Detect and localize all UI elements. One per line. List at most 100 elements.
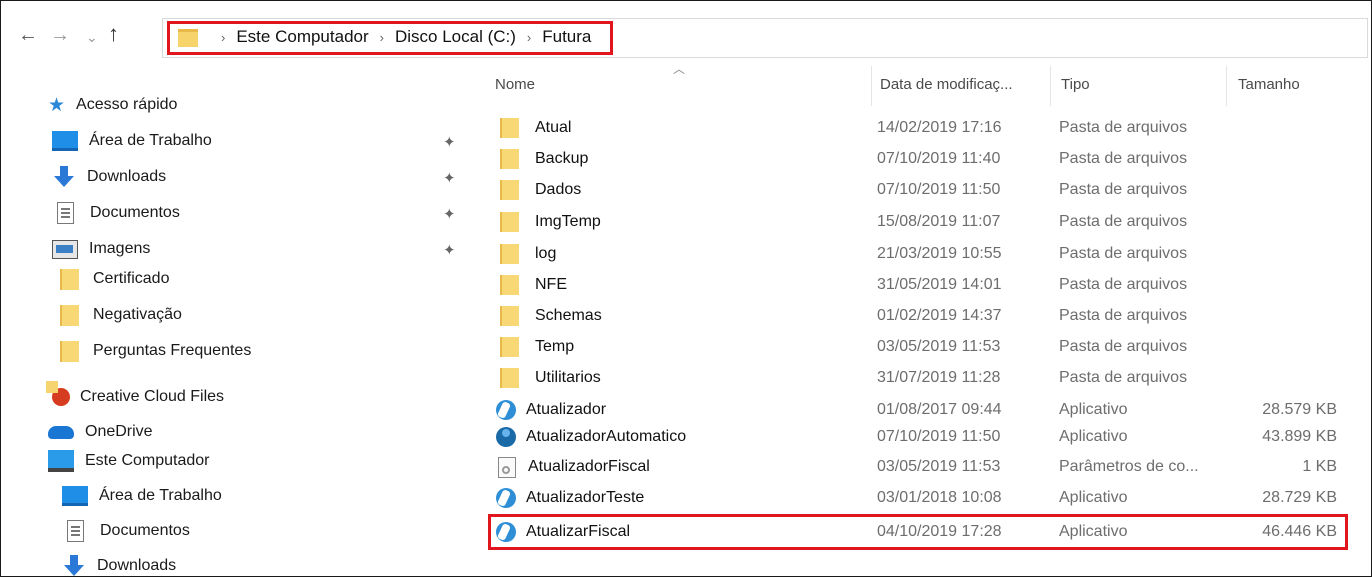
folder-icon <box>500 244 519 264</box>
column-header-date[interactable]: Data de modificaç... <box>880 76 1013 93</box>
folder-icon <box>500 212 519 232</box>
folder-icon <box>60 340 79 362</box>
file-name-cell: Atual <box>488 112 571 144</box>
file-type: Pasta de arquivos <box>1059 245 1188 262</box>
file-date: 07/10/2019 11:40 <box>877 150 1001 167</box>
sidebar-item-creative-cloud[interactable]: Creative Cloud Files <box>46 381 224 412</box>
file-name-cell: log <box>488 238 556 270</box>
pin-icon[interactable]: ✦ <box>443 169 456 187</box>
file-name: Atualizador <box>526 401 607 418</box>
file-row[interactable]: log 21/03/2019 10:55 Pasta de arquivos <box>488 238 1348 270</box>
desktop-icon <box>62 486 88 506</box>
sidebar-item-label: Downloads <box>97 557 177 574</box>
file-size: 43.899 KB <box>1262 428 1337 445</box>
file-name-cell: Temp <box>488 331 574 363</box>
pin-icon[interactable]: ✦ <box>443 241 456 259</box>
file-name: AtualizadorFiscal <box>528 458 650 475</box>
sidebar-item-certificado[interactable]: Certificado <box>52 264 169 294</box>
sidebar-item-this-pc[interactable]: Este Computador <box>48 446 210 476</box>
file-name-cell: Dados <box>488 174 581 206</box>
file-name-cell: ImgTemp <box>488 206 601 238</box>
sidebar-item-pc-desktop[interactable]: Área de Trabalho <box>62 481 222 511</box>
sidebar-item-label: Imagens <box>89 240 151 257</box>
file-name: Backup <box>535 150 589 167</box>
file-type: Pasta de arquivos <box>1059 307 1188 324</box>
column-header-size[interactable]: Tamanho <box>1238 76 1300 93</box>
file-date: 03/05/2019 11:53 <box>877 338 1001 355</box>
column-header-name[interactable]: Nome <box>495 76 535 93</box>
forward-arrow-icon[interactable]: → <box>50 24 70 47</box>
file-row[interactable]: NFE 31/05/2019 14:01 Pasta de arquivos <box>488 269 1348 301</box>
pin-icon[interactable]: ✦ <box>443 205 456 223</box>
sidebar-item-label: Área de Trabalho <box>89 132 212 149</box>
sidebar-item-downloads[interactable]: Downloads <box>52 162 166 192</box>
file-name-cell: Utilitarios <box>488 362 601 394</box>
column-divider[interactable] <box>1050 66 1051 106</box>
file-name-cell: AtualizadorAutomatico <box>488 421 686 453</box>
star-icon: ★ <box>48 94 66 116</box>
column-header-type[interactable]: Tipo <box>1061 76 1090 93</box>
file-size: 28.729 KB <box>1262 489 1337 506</box>
file-row[interactable]: AtualizadorAutomatico 07/10/2019 11:50 A… <box>488 421 1348 453</box>
image-icon <box>52 239 78 259</box>
file-name: AtualizadorTeste <box>526 489 645 506</box>
file-date: 07/10/2019 11:50 <box>877 181 1001 198</box>
folder-icon <box>500 149 519 169</box>
file-name: Schemas <box>535 307 602 324</box>
file-type: Pasta de arquivos <box>1059 181 1188 198</box>
file-size: 1 KB <box>1302 458 1337 475</box>
file-row[interactable]: Dados 07/10/2019 11:50 Pasta de arquivos <box>488 174 1348 206</box>
sidebar-item-perguntas-frequentes[interactable]: Perguntas Frequentes <box>52 336 251 366</box>
up-arrow-icon[interactable]: ↑ <box>108 21 119 47</box>
folder-icon <box>60 268 79 290</box>
folder-icon <box>500 275 519 295</box>
file-date: 01/02/2019 14:37 <box>877 307 1002 324</box>
file-type: Pasta de arquivos <box>1059 119 1188 136</box>
back-arrow-icon[interactable]: ← <box>18 24 38 47</box>
file-type: Aplicativo <box>1059 489 1128 506</box>
file-date: 21/03/2019 10:55 <box>877 245 1002 262</box>
file-row[interactable]: Atual 14/02/2019 17:16 Pasta de arquivos <box>488 112 1348 144</box>
download-icon <box>62 555 86 577</box>
folder-icon <box>60 304 79 326</box>
file-name: Temp <box>535 338 575 355</box>
file-name: Utilitarios <box>535 369 601 386</box>
chevron-down-icon[interactable]: ⌄ <box>86 29 98 46</box>
sidebar-item-onedrive[interactable]: OneDrive <box>48 417 153 447</box>
column-divider[interactable] <box>871 66 872 106</box>
sidebar-item-pc-documents[interactable]: Documentos <box>62 516 190 546</box>
folder-icon <box>500 368 519 388</box>
file-row[interactable]: Utilitarios 31/07/2019 11:28 Pasta de ar… <box>488 362 1348 394</box>
file-name: log <box>535 245 557 262</box>
sidebar-item-images[interactable]: Imagens <box>52 234 150 264</box>
file-row[interactable]: Schemas 01/02/2019 14:37 Pasta de arquiv… <box>488 300 1348 332</box>
sidebar-item-negativacao[interactable]: Negativação <box>52 300 182 330</box>
file-name-cell: Schemas <box>488 300 602 332</box>
folder-icon <box>500 118 519 138</box>
column-divider[interactable] <box>1226 66 1227 106</box>
file-row[interactable]: Backup 07/10/2019 11:40 Pasta de arquivo… <box>488 143 1348 175</box>
sidebar-item-documents[interactable]: Documentos <box>52 198 180 228</box>
sidebar-item-label: Área de Trabalho <box>99 487 222 504</box>
file-type: Pasta de arquivos <box>1059 276 1188 293</box>
folder-icon <box>500 306 519 326</box>
address-highlight-box <box>167 21 613 55</box>
file-row[interactable]: AtualizadorFiscal 03/05/2019 11:53 Parâm… <box>488 451 1348 483</box>
sidebar-item-label: Documentos <box>100 522 190 539</box>
file-date: 31/05/2019 14:01 <box>877 276 1002 293</box>
file-row[interactable]: ImgTemp 15/08/2019 11:07 Pasta de arquiv… <box>488 206 1348 238</box>
file-name: Dados <box>535 181 582 198</box>
sidebar-item-label: Perguntas Frequentes <box>93 342 252 359</box>
sidebar-item-desktop[interactable]: Área de Trabalho <box>52 126 212 156</box>
file-row[interactable]: Temp 03/05/2019 11:53 Pasta de arquivos <box>488 331 1348 363</box>
pin-icon[interactable]: ✦ <box>443 133 456 151</box>
download-icon <box>52 166 76 188</box>
file-type: Pasta de arquivos <box>1059 369 1188 386</box>
file-name: ImgTemp <box>535 213 601 230</box>
file-row[interactable]: AtualizadorTeste 03/01/2018 10:08 Aplica… <box>488 482 1348 514</box>
file-date: 15/08/2019 11:07 <box>877 213 1001 230</box>
navigation-bar: ← → ⌄ ↑ › Este Computador › Disco Local … <box>0 0 1372 68</box>
file-date: 31/07/2019 11:28 <box>877 369 1001 386</box>
sidebar-item-quick-access[interactable]: ★ Acesso rápido <box>48 90 177 120</box>
app-icon <box>496 400 516 420</box>
